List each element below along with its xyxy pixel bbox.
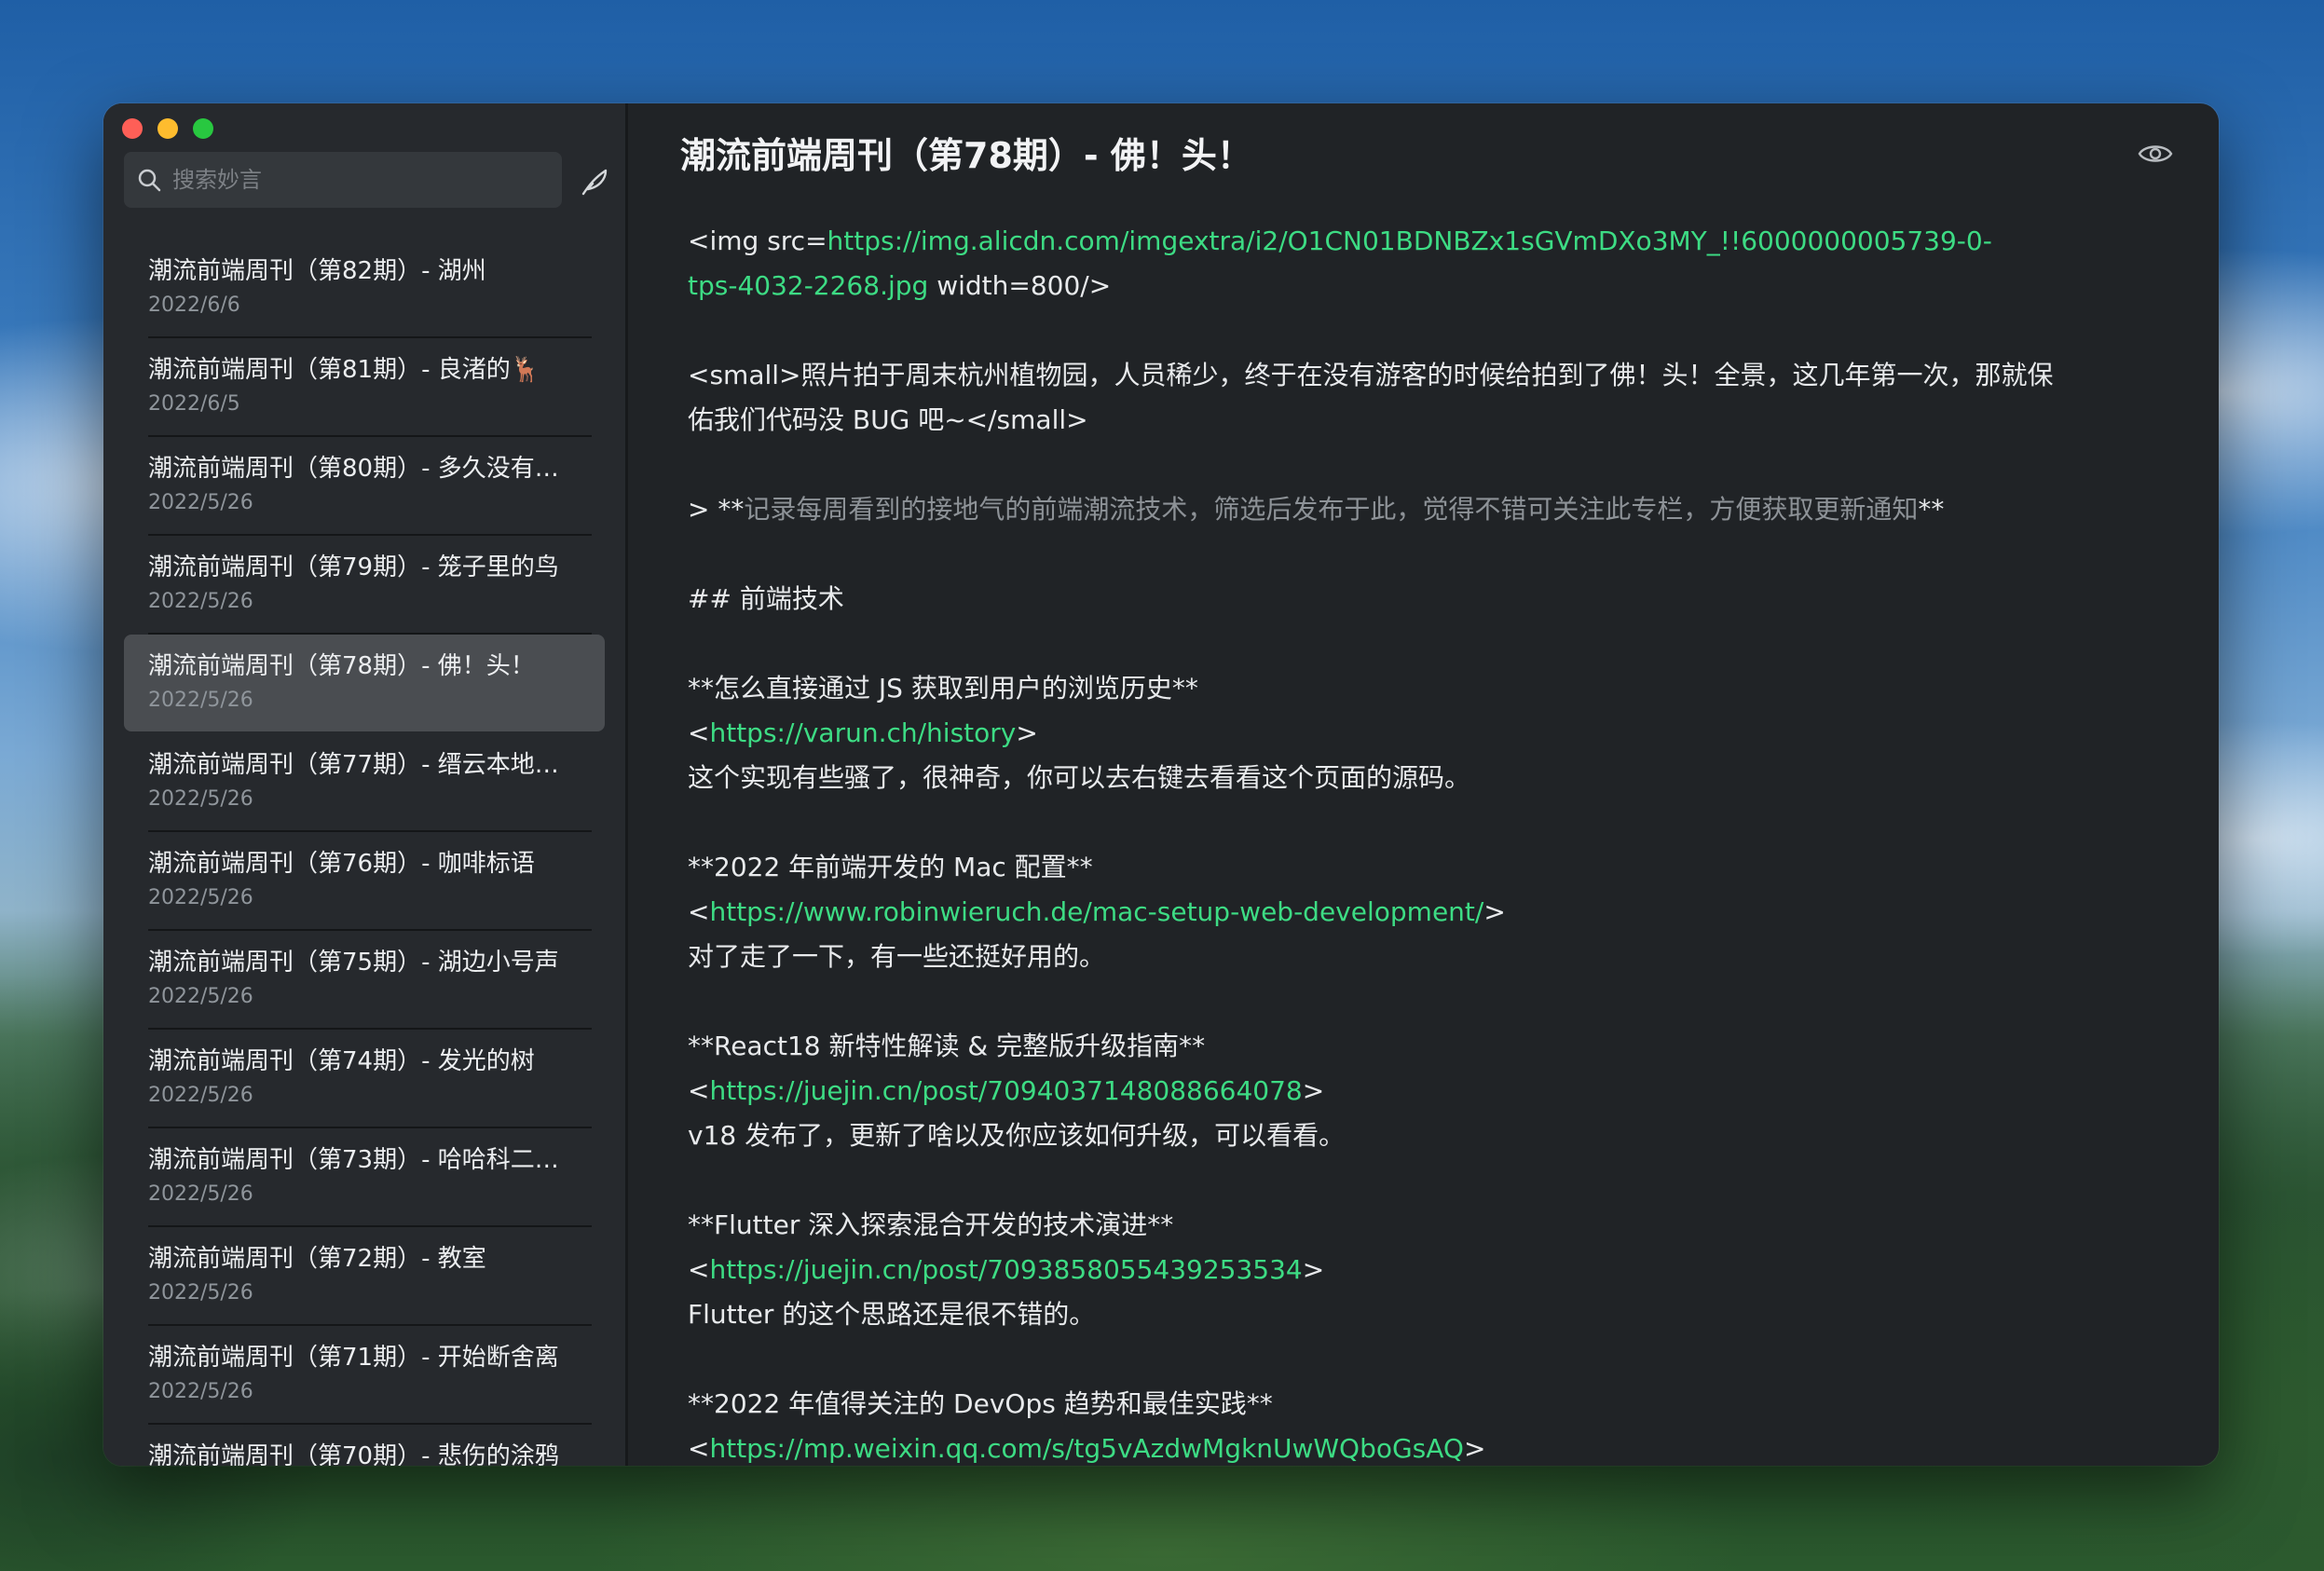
note-list-item[interactable]: 潮流前端周刊（第77期）- 缙云本地… 2022/5/26 [124,733,605,832]
note-title: 潮流前端周刊（第80期）- 多久没有… [148,455,559,483]
article-link[interactable]: https://varun.ch/history [709,717,1016,748]
close-window-button[interactable] [122,118,143,139]
note-date: 2022/5/26 [148,1281,253,1305]
note-list-item[interactable]: 潮流前端周刊（第70期）- 悲伤的涂鸦 [124,1425,605,1466]
code-text: < [688,717,710,748]
note-title: 潮流前端周刊（第78期）- 佛！头！ [148,652,535,680]
article-title: **2022 年前端开发的 Mac 配置** [688,852,1093,882]
code-text: > [1302,1254,1325,1285]
note-date: 2022/6/5 [148,392,240,416]
note-date: 2022/5/26 [148,1182,253,1206]
note-title: 潮流前端周刊（第72期）- 教室 [148,1245,486,1273]
note-title: 潮流前端周刊（第79期）- 笼子里的鸟 [148,553,559,581]
note-heading: 潮流前端周刊（第78期）- 佛！头！ [680,135,1252,176]
note-list-item[interactable]: 潮流前端周刊（第73期）- 哈哈科二… 2022/5/26 [124,1128,605,1227]
note-list: 潮流前端周刊（第82期）- 湖州 2022/6/6 潮流前端周刊（第81期）- … [124,239,605,1466]
note-title: 潮流前端周刊（第70期）- 悲伤的涂鸦 [148,1442,559,1466]
code-text: width=800/> [928,270,1112,301]
note-list-item[interactable]: 潮流前端周刊（第79期）- 笼子里的鸟 2022/5/26 [124,536,605,635]
article-title: **React18 新特性解读 & 完整版升级指南** [688,1031,1206,1061]
code-text: < [688,1075,710,1106]
note-title: 潮流前端周刊（第82期）- 湖州 [148,257,486,285]
article-link[interactable]: https://juejin.cn/post/70938580554392535… [709,1254,1302,1285]
article-link[interactable]: https://juejin.cn/post/70940371480886640… [709,1075,1302,1106]
note-date: 2022/5/26 [148,590,253,613]
note-list-item[interactable]: 潮流前端周刊（第76期）- 咖啡标语 2022/5/26 [124,832,605,931]
code-text: > [1016,717,1038,748]
note-list-item[interactable]: 潮流前端周刊（第80期）- 多久没有… 2022/5/26 [124,437,605,536]
quote-text: 记录每周看到的接地气的前端潮流技术，筛选后发布于此，觉得不错可关注此专栏，方便获… [744,494,1919,525]
code-text: ** [1918,494,1945,525]
small-caption-line: <small>照片拍于周末杭州植物园，人员稀少，终于在没有游客的时候给拍到了佛！… [688,360,2054,390]
note-list-item[interactable]: 潮流前端周刊（第81期）- 良渚的🦌 2022/6/5 [124,338,605,437]
note-date: 2022/5/26 [148,985,253,1008]
markdown-source[interactable]: <img src=https://img.alicdn.com/imgextra… [688,219,2160,1466]
code-text: <img src= [688,225,827,256]
section-heading: ## 前端技术 [688,583,844,614]
new-note-button[interactable] [574,161,615,202]
note-title: 潮流前端周刊（第73期）- 哈哈科二… [148,1146,559,1174]
zoom-window-button[interactable] [193,118,213,139]
eye-icon [2138,145,2173,162]
note-list-item[interactable]: 潮流前端周刊（第75期）- 湖边小号声 2022/5/26 [124,931,605,1030]
feather-pen-icon [581,169,608,196]
search-icon [138,169,161,192]
code-text: < [688,896,710,927]
code-text: > ** [688,494,745,525]
minimize-window-button[interactable] [157,118,178,139]
note-list-item-selected[interactable]: 潮流前端周刊（第78期）- 佛！头！ 2022/5/26 [124,635,605,731]
img-line-cont: tps-4032-2268.jpg width=800/> [688,264,2160,308]
article-title: **Flutter 深入探索混合开发的技术演进** [688,1209,1174,1240]
sidebar: 潮流前端周刊（第82期）- 湖州 2022/6/6 潮流前端周刊（第81期）- … [103,103,628,1466]
article-desc: 对了走了一下，有一些还挺好用的。 [688,941,1106,972]
note-list-item[interactable]: 潮流前端周刊（第82期）- 湖州 2022/6/6 [124,239,605,338]
image-link[interactable]: https://img.alicdn.com/imgextra/i2/O1CN0… [827,225,1992,256]
note-title: 潮流前端周刊（第76期）- 咖啡标语 [148,850,535,878]
article-link-line: <https://varun.ch/history> [688,711,2160,756]
code-text: > [1302,1075,1325,1106]
article-link-line: <https://juejin.cn/post/7093858055439253… [688,1248,2160,1292]
note-date: 2022/5/26 [148,787,253,811]
code-text: < [688,1254,710,1285]
article-link[interactable]: https://www.robinwieruch.de/mac-setup-we… [709,896,1483,927]
article-link-line: <https://juejin.cn/post/7094037148088664… [688,1069,2160,1113]
code-text: > [1483,896,1506,927]
blockquote-line: > **记录每周看到的接地气的前端潮流技术，筛选后发布于此，觉得不错可关注此专栏… [688,487,2160,532]
editor-pane[interactable]: 潮流前端周刊（第78期）- 佛！头！ <img src=https://img.… [628,103,2219,1466]
article-desc: Flutter 的这个思路还是很不错的。 [688,1299,1096,1330]
article-link-line: <https://mp.weixin.qq.com/s/tg5vAzdwMgkn… [688,1427,2160,1466]
note-title: 潮流前端周刊（第77期）- 缙云本地… [148,751,559,779]
preview-toggle-button[interactable] [2137,135,2174,172]
search-box [124,152,562,208]
search-input[interactable] [171,166,547,194]
code-text: > [1463,1433,1486,1464]
note-title: 潮流前端周刊（第81期）- 良渚的🦌 [148,356,541,384]
article-link-line: <https://www.robinwieruch.de/mac-setup-w… [688,890,2160,935]
note-title: 潮流前端周刊（第74期）- 发光的树 [148,1047,535,1075]
image-link-cont[interactable]: tps-4032-2268.jpg [688,270,928,301]
app-window: 潮流前端周刊（第82期）- 湖州 2022/6/6 潮流前端周刊（第81期）- … [103,103,2219,1466]
note-date: 2022/5/26 [148,1084,253,1107]
note-date: 2022/6/6 [148,294,240,317]
code-text: < [688,1433,710,1464]
article-title: **怎么直接通过 JS 获取到用户的浏览历史** [688,673,1198,704]
note-date: 2022/5/26 [148,491,253,514]
note-date: 2022/5/26 [148,689,253,712]
article-desc: 这个实现有些骚了，很神奇，你可以去右键去看看这个页面的源码。 [688,762,1471,793]
note-date: 2022/5/26 [148,1380,253,1403]
note-title: 潮流前端周刊（第75期）- 湖边小号声 [148,949,559,977]
img-line: <img src=https://img.alicdn.com/imgextra… [688,219,2160,264]
note-list-item[interactable]: 潮流前端周刊（第74期）- 发光的树 2022/5/26 [124,1030,605,1128]
article-title: **2022 年值得关注的 DevOps 趋势和最佳实践** [688,1388,1273,1419]
note-title: 潮流前端周刊（第71期）- 开始断舍离 [148,1344,559,1372]
small-caption-line: 佑我们代码没 BUG 吧~</small> [688,404,1088,435]
note-date: 2022/5/26 [148,886,253,909]
note-list-item[interactable]: 潮流前端周刊（第71期）- 开始断舍离 2022/5/26 [124,1326,605,1425]
article-desc: v18 发布了，更新了啥以及你应该如何升级，可以看看。 [688,1120,1346,1151]
window-controls [122,118,213,139]
note-list-item[interactable]: 潮流前端周刊（第72期）- 教室 2022/5/26 [124,1227,605,1326]
article-link[interactable]: https://mp.weixin.qq.com/s/tg5vAzdwMgknU… [709,1433,1463,1464]
